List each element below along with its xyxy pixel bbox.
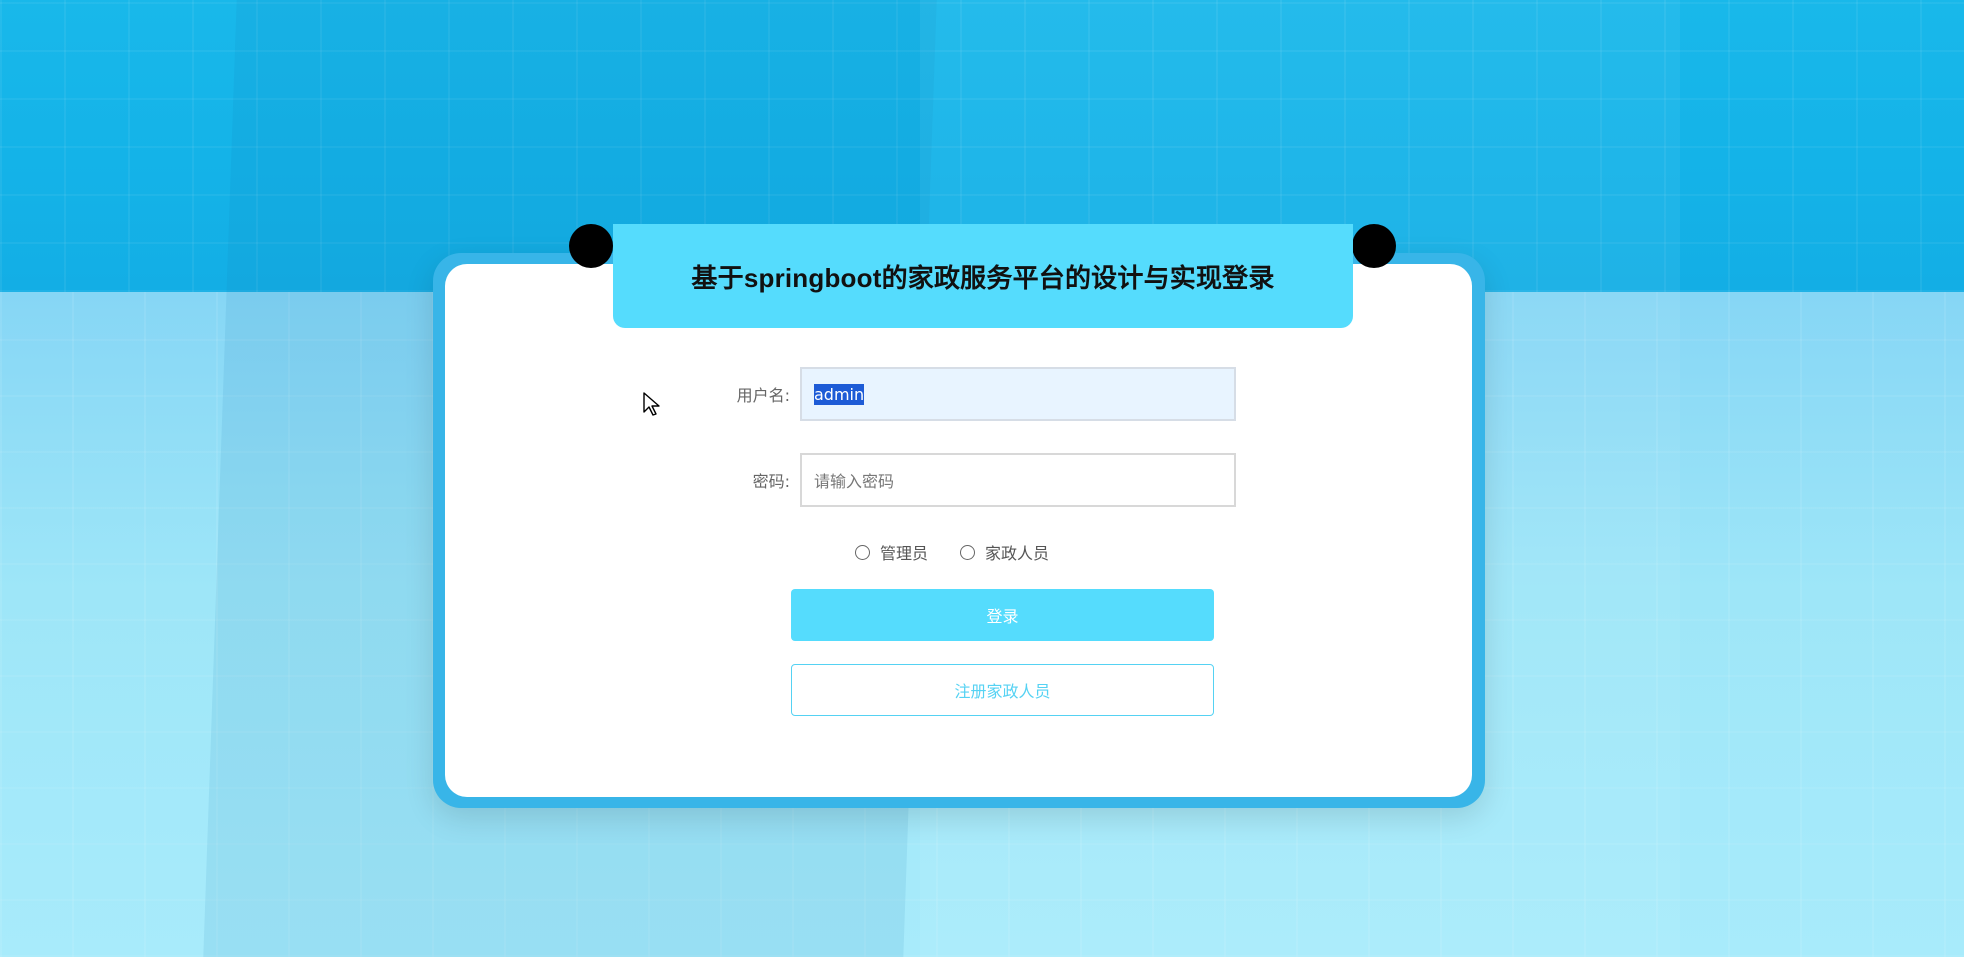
radio-button-icon[interactable]	[855, 544, 870, 560]
page-title: 基于springboot的家政服务平台的设计与实现登录	[691, 262, 1275, 293]
username-input[interactable]: admin	[800, 367, 1236, 421]
login-card-inner	[445, 264, 1472, 797]
username-value: admin	[814, 383, 865, 405]
role-admin-option[interactable]: 管理员	[855, 540, 928, 564]
role-housekeeper-option[interactable]: 家政人员	[960, 540, 1049, 564]
mouse-pointer-icon	[643, 392, 660, 416]
password-label: 密码:	[752, 472, 790, 491]
role-selector: 管理员 家政人员	[855, 540, 1049, 564]
left-hanger-icon	[569, 224, 613, 268]
radio-button-icon[interactable]	[960, 544, 976, 560]
register-housekeeper-button[interactable]: 注册家政人员	[791, 664, 1214, 716]
password-input[interactable]: 请输入密码	[800, 453, 1236, 507]
right-hanger-icon	[1352, 224, 1396, 268]
password-placeholder: 请输入密码	[814, 472, 895, 491]
login-card	[433, 253, 1485, 808]
username-label: 用户名:	[736, 386, 790, 405]
username-row: 用户名: admin	[700, 366, 1340, 422]
title-banner: 基于springboot的家政服务平台的设计与实现登录	[613, 224, 1353, 328]
role-housekeeper-label: 家政人员	[985, 544, 1050, 563]
role-admin-label: 管理员	[880, 544, 929, 563]
login-button[interactable]: 登录	[791, 589, 1214, 641]
password-row: 密码: 请输入密码	[700, 452, 1340, 508]
